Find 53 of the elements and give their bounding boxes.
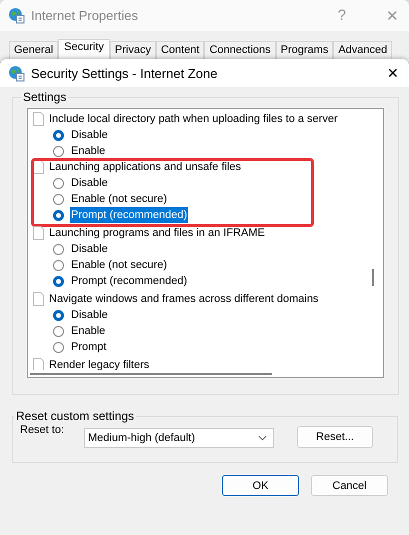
field-label: Reset to: (20, 424, 66, 436)
setting-title: Navigate windows and frames across different domains (49, 292, 318, 307)
tab[interactable]: General (9, 41, 58, 59)
radio-button[interactable] (53, 260, 64, 270)
radio-button[interactable] (53, 326, 64, 336)
globe-icon (8, 64, 25, 82)
option-label[interactable]: Enable (70, 323, 106, 339)
radio-button[interactable] (53, 342, 64, 352)
setting-title: Launching applications and unsafe files (49, 160, 242, 175)
document-icon (33, 358, 44, 370)
chevron-down-icon (258, 434, 267, 440)
radio-button[interactable] (53, 244, 64, 254)
globe-icon (8, 7, 25, 24)
dialog-button[interactable]: OK (222, 475, 299, 496)
option-label[interactable]: Prompt (recommended) (70, 207, 188, 223)
radio-button[interactable] (53, 276, 64, 286)
dialog-title: Security Settings - Internet Zone (31, 66, 218, 80)
option-label[interactable]: Enable (not secure) (70, 257, 168, 273)
group-label: Settings (22, 90, 68, 104)
radio-button[interactable] (53, 130, 64, 140)
setting-title: Launching programs and files in an IFRAME (49, 226, 265, 241)
radio-button[interactable] (53, 194, 64, 204)
tab[interactable]: Connections (204, 41, 276, 59)
option-label[interactable]: Prompt (70, 339, 108, 355)
tab[interactable]: Content (156, 41, 204, 59)
level-dropdown[interactable]: Medium-high (default) (84, 428, 274, 448)
scrollbar-thumb[interactable] (30, 373, 272, 375)
document-icon (33, 292, 44, 306)
radio-button[interactable] (53, 178, 64, 188)
option-label[interactable]: Disable (70, 127, 109, 143)
option-label[interactable]: Prompt (recommended) (70, 273, 188, 289)
window-title: Internet Properties (31, 8, 138, 23)
scrollbar-thumb[interactable] (372, 269, 374, 286)
close-button[interactable]: ✕ (387, 65, 399, 81)
option-label[interactable]: Enable (70, 143, 106, 159)
dialog-button[interactable]: Cancel (311, 475, 388, 496)
radio-button[interactable] (53, 210, 64, 220)
group-label: Reset custom settings (15, 409, 136, 423)
option-label[interactable]: Disable (70, 175, 109, 191)
tab[interactable]: Privacy (110, 41, 156, 59)
document-icon (33, 112, 44, 126)
document-icon (33, 226, 44, 240)
option-label[interactable]: Enable (not secure) (70, 191, 168, 207)
tab[interactable]: Security (58, 39, 110, 59)
reset-button[interactable]: Reset... (297, 426, 373, 448)
option-label[interactable]: Disable (70, 307, 109, 323)
tab[interactable]: Programs (276, 41, 334, 59)
radio-button[interactable] (53, 310, 64, 320)
setting-title: Render legacy filters (49, 358, 150, 370)
option-label[interactable]: Disable (70, 241, 109, 257)
tab[interactable]: Advanced (333, 41, 392, 59)
setting-title: Include local directory path when uploading files to a server (49, 112, 338, 127)
radio-button[interactable] (53, 146, 64, 156)
